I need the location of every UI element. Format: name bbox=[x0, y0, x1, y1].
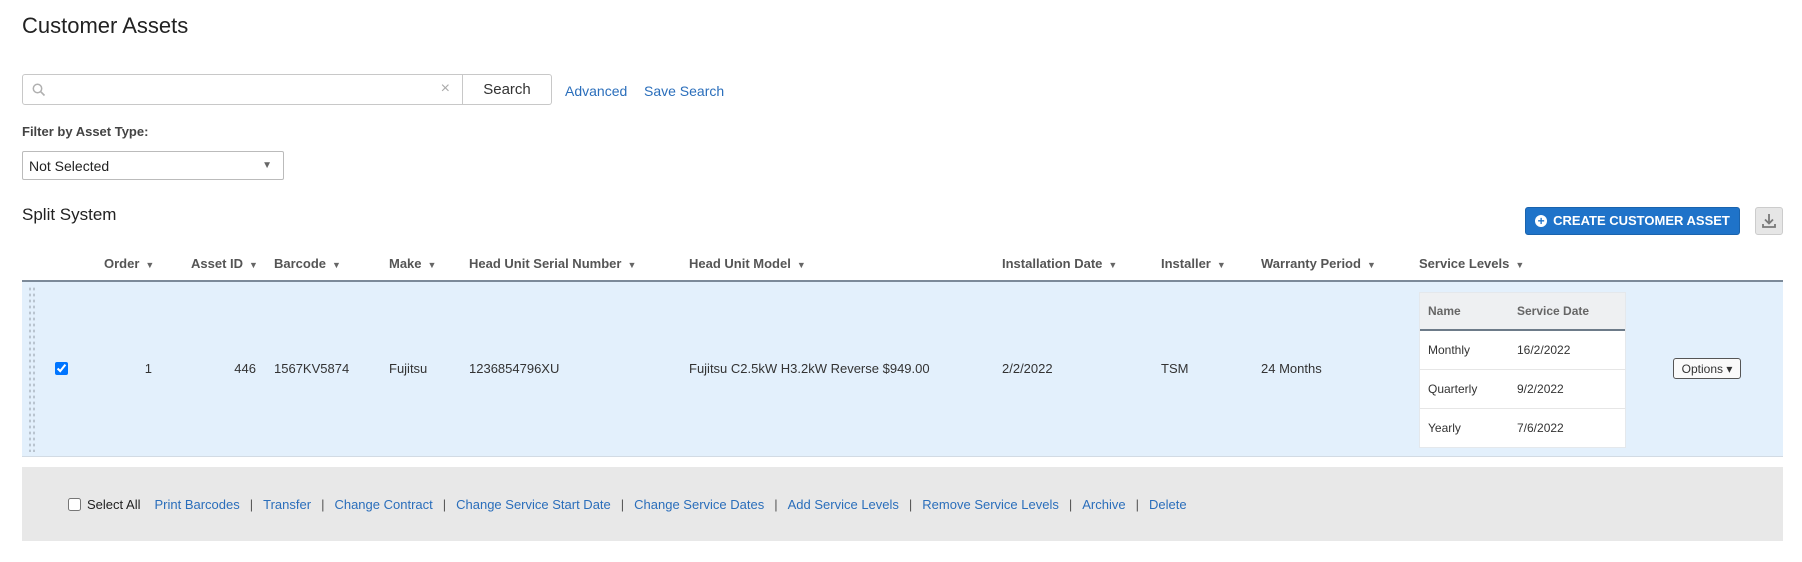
delete-link[interactable]: Delete bbox=[1149, 497, 1187, 512]
plus-circle-icon: + bbox=[1535, 215, 1548, 227]
cell-make: Fujitsu bbox=[389, 361, 428, 376]
change-contract-link[interactable]: Change Contract bbox=[334, 497, 432, 512]
clear-search-icon[interactable]: × bbox=[441, 80, 450, 98]
col-asset-id-label: Asset ID bbox=[191, 256, 244, 271]
service-levels-table: Name Service Date Monthly 16/2/2022 Quar… bbox=[1419, 292, 1626, 448]
section-title: Split System bbox=[22, 205, 117, 224]
col-barcode-label: Barcode bbox=[274, 256, 327, 271]
add-service-levels-link[interactable]: Add Service Levels bbox=[788, 497, 899, 512]
col-asset-id[interactable]: Asset ID ▼ bbox=[191, 256, 258, 271]
separator: | bbox=[249, 497, 254, 512]
change-service-dates-link[interactable]: Change Service Dates bbox=[634, 497, 764, 512]
separator: | bbox=[1068, 497, 1073, 512]
separator: | bbox=[442, 497, 447, 512]
cell-install-date: 2/2/2022 bbox=[1002, 361, 1053, 376]
col-service-levels-label: Service Levels bbox=[1419, 256, 1510, 271]
search-icon bbox=[32, 83, 46, 97]
sl-name: Quarterly bbox=[1428, 382, 1478, 396]
sl-date: 7/6/2022 bbox=[1517, 421, 1564, 435]
archive-link[interactable]: Archive bbox=[1082, 497, 1125, 512]
asset-type-selected: Not Selected bbox=[29, 158, 110, 174]
col-make-label: Make bbox=[389, 256, 422, 271]
table-header: Order ▼ Asset ID ▼ Barcode ▼ Make ▼ Head Uni… bbox=[22, 248, 1783, 282]
search-button[interactable]: Search bbox=[463, 74, 552, 105]
options-dropdown-button[interactable]: Options ▾ bbox=[1673, 358, 1741, 379]
cell-order: 1 bbox=[144, 361, 152, 376]
select-all-label[interactable]: Select All bbox=[87, 497, 140, 512]
sort-icon: ▼ bbox=[1216, 260, 1226, 270]
cell-serial: 1236854796XU bbox=[469, 361, 560, 376]
sort-icon: ▼ bbox=[1108, 260, 1118, 270]
filter-label: Filter by Asset Type: bbox=[22, 124, 149, 139]
col-order[interactable]: Order ▼ bbox=[104, 256, 154, 271]
service-levels-header: Name Service Date bbox=[1420, 293, 1625, 331]
col-model[interactable]: Head Unit Model ▼ bbox=[689, 256, 806, 271]
assets-table: Order ▼ Asset ID ▼ Barcode ▼ Make ▼ Head Uni… bbox=[22, 248, 1783, 457]
cell-installer: TSM bbox=[1161, 361, 1189, 376]
advanced-search-link[interactable]: Advanced bbox=[565, 83, 627, 99]
select-all-checkbox[interactable] bbox=[68, 498, 81, 511]
col-order-label: Order bbox=[104, 256, 140, 271]
bulk-actions-bar: Select All Print Barcodes | Transfer | Cha… bbox=[22, 467, 1783, 541]
col-serial-label: Head Unit Serial Number bbox=[469, 256, 622, 271]
sort-icon: ▼ bbox=[1366, 260, 1376, 270]
sort-icon: ▼ bbox=[249, 260, 258, 270]
separator: | bbox=[321, 497, 325, 512]
drag-handle[interactable] bbox=[28, 286, 36, 452]
save-search-link[interactable]: Save Search bbox=[644, 83, 724, 99]
asset-type-select[interactable]: Not Selected ▼ bbox=[22, 151, 284, 180]
transfer-link[interactable]: Transfer bbox=[263, 497, 311, 512]
cell-asset-id: 446 bbox=[234, 361, 256, 376]
row-checkbox[interactable] bbox=[55, 362, 68, 375]
sl-name: Yearly bbox=[1428, 421, 1461, 435]
cell-model: Fujitsu C2.5kW H3.2kW Reverse $949.00 bbox=[689, 361, 930, 376]
col-model-label: Head Unit Model bbox=[689, 256, 791, 271]
separator: | bbox=[620, 497, 625, 512]
col-install-date-label: Installation Date bbox=[1002, 256, 1103, 271]
search-input[interactable] bbox=[53, 79, 437, 102]
sl-date: 9/2/2022 bbox=[1517, 382, 1564, 396]
col-barcode[interactable]: Barcode ▼ bbox=[274, 256, 341, 271]
sl-name: Monthly bbox=[1428, 343, 1471, 357]
service-level-row: Quarterly 9/2/2022 bbox=[1420, 370, 1625, 409]
col-warranty-label: Warranty Period bbox=[1261, 256, 1361, 271]
create-customer-asset-button[interactable]: + CREATE CUSTOMER ASSET bbox=[1525, 207, 1740, 235]
page-title: Customer Assets bbox=[22, 13, 189, 38]
col-installer[interactable]: Installer ▼ bbox=[1161, 256, 1226, 271]
service-level-row: Monthly 16/2/2022 bbox=[1420, 331, 1625, 370]
sort-icon: ▼ bbox=[145, 260, 155, 270]
download-icon bbox=[1762, 214, 1776, 228]
download-button[interactable] bbox=[1755, 207, 1783, 235]
search-box[interactable]: × bbox=[22, 74, 463, 105]
separator: | bbox=[908, 497, 913, 512]
create-button-label: CREATE CUSTOMER ASSET bbox=[1553, 213, 1730, 228]
sl-col-name: Name bbox=[1428, 304, 1461, 318]
sl-date: 16/2/2022 bbox=[1517, 343, 1571, 357]
col-serial[interactable]: Head Unit Serial Number ▼ bbox=[469, 256, 636, 271]
col-installer-label: Installer bbox=[1161, 256, 1211, 271]
sort-icon: ▼ bbox=[796, 260, 806, 270]
col-service-levels[interactable]: Service Levels ▼ bbox=[1419, 256, 1524, 271]
cell-warranty: 24 Months bbox=[1261, 361, 1322, 376]
table-row[interactable]: 1 446 1567KV5874 Fujitsu 1236854796XU Fu… bbox=[22, 282, 1783, 457]
col-make[interactable]: Make ▼ bbox=[389, 256, 436, 271]
change-service-start-date-link[interactable]: Change Service Start Date bbox=[456, 497, 611, 512]
sort-icon: ▼ bbox=[627, 260, 637, 270]
sl-col-date: Service Date bbox=[1517, 304, 1590, 318]
remove-service-levels-link[interactable]: Remove Service Levels bbox=[922, 497, 1059, 512]
sort-icon: ▼ bbox=[1515, 260, 1525, 270]
sort-icon: ▼ bbox=[332, 260, 341, 270]
sort-icon: ▼ bbox=[427, 260, 437, 270]
separator: | bbox=[1135, 497, 1139, 512]
print-barcodes-link[interactable]: Print Barcodes bbox=[154, 497, 239, 512]
chevron-down-icon: ▼ bbox=[262, 160, 272, 171]
service-level-row: Yearly 7/6/2022 bbox=[1420, 409, 1625, 447]
separator: | bbox=[774, 497, 778, 512]
col-warranty[interactable]: Warranty Period ▼ bbox=[1261, 256, 1376, 271]
col-install-date[interactable]: Installation Date ▼ bbox=[1002, 256, 1117, 271]
cell-barcode: 1567KV5874 bbox=[274, 361, 350, 376]
